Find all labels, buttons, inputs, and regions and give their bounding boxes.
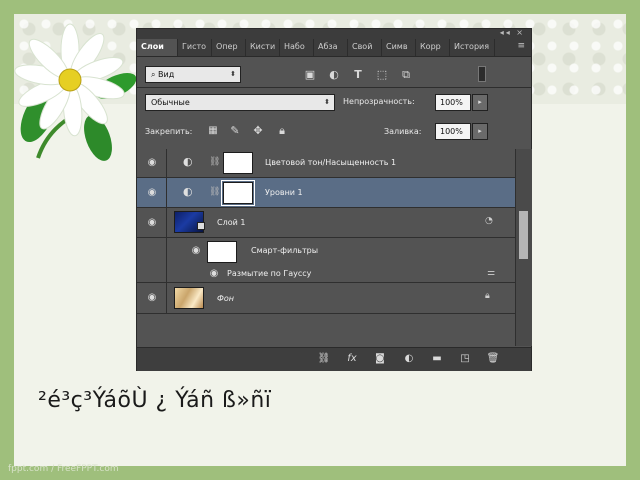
fill-dropdown-arrow-icon[interactable]: ▸: [472, 123, 488, 140]
tab-brush-presets[interactable]: Набо: [280, 39, 314, 56]
slide-caption: ²é³ç³ÝáõÙ ¿ Ýáñ ß»ñï: [38, 388, 272, 413]
fx-icon[interactable]: fx: [345, 353, 359, 364]
type-filter-icon[interactable]: T: [351, 69, 365, 81]
column-divider: [166, 178, 167, 207]
layer-name[interactable]: Цветовой тон/Насыщенность 1: [265, 158, 396, 167]
lock-image-pixels-icon[interactable]: ✎: [228, 125, 242, 137]
eye-visibility-icon[interactable]: ◉: [207, 268, 221, 279]
layer-row-smart-filters[interactable]: ◉ Смарт-фильтры: [137, 238, 515, 266]
chain-link-icon[interactable]: ⛓: [209, 187, 220, 197]
new-layer-icon[interactable]: ◳: [458, 353, 472, 364]
tab-corrections[interactable]: Корр: [416, 39, 450, 56]
eye-visibility-icon[interactable]: ◉: [145, 187, 159, 198]
smart-filter-toggle-icon[interactable]: ◔: [485, 216, 493, 226]
lock-label: Закрепить:: [145, 127, 193, 136]
smart-object-filter-icon[interactable]: ⧉: [399, 69, 413, 81]
tab-layers[interactable]: Слои: [137, 39, 178, 56]
layers-scrollbar[interactable]: [515, 149, 532, 346]
shape-filter-icon[interactable]: ⬚: [375, 69, 389, 81]
adjustment-layer-icon: ◐: [183, 155, 193, 168]
tab-paragraph[interactable]: Абза: [314, 39, 348, 56]
tab-history[interactable]: История: [450, 39, 495, 56]
adjustment-layer-icon[interactable]: ◐: [402, 353, 416, 364]
adjustment-layer-icon: ◐: [183, 185, 193, 198]
filter-options-icon[interactable]: ⚌: [487, 268, 495, 278]
lock-transparent-pixels-icon[interactable]: ▦: [206, 125, 220, 137]
layer-name[interactable]: Фон: [217, 294, 234, 303]
layer-name[interactable]: Уровни 1: [265, 188, 303, 197]
panel-titlebar: ◂◂ ×: [137, 28, 531, 39]
trash-icon[interactable]: 🗑︎: [486, 353, 500, 364]
fill-input[interactable]: 100%: [435, 123, 471, 140]
layers-panel: ◂◂ × Слои Гисто Опер Кисти Набо Абза Сво…: [136, 28, 532, 371]
blend-mode-value: Обычные: [151, 98, 190, 107]
stepper-arrows-icon: ⬍: [230, 70, 236, 78]
column-divider: [166, 266, 167, 282]
tab-character[interactable]: Симв: [382, 39, 416, 56]
filter-toggle-switch[interactable]: [478, 66, 486, 82]
image-filter-icon[interactable]: ▣: [303, 69, 317, 81]
layer-thumbnail[interactable]: [174, 287, 204, 309]
layer-mask-thumbnail[interactable]: [223, 152, 253, 174]
layer-row-gaussian-blur[interactable]: ◉ Размытие по Гауссу ⚌: [137, 266, 515, 283]
fill-label: Заливка:: [384, 127, 422, 136]
filter-mask-thumbnail[interactable]: [207, 241, 237, 263]
layer-name[interactable]: Слой 1: [217, 218, 245, 227]
link-icon[interactable]: ⛓: [317, 353, 331, 364]
column-divider: [166, 208, 167, 237]
opacity-label: Непрозрачность:: [343, 97, 415, 106]
lock-position-icon[interactable]: ✥: [251, 125, 265, 137]
layer-name[interactable]: Размытие по Гауссу: [227, 269, 311, 278]
layer-name[interactable]: Смарт-фильтры: [251, 246, 318, 255]
lock-all-icon[interactable]: 🔒︎: [275, 125, 289, 137]
filter-search-icon: ⌕: [151, 70, 159, 79]
eye-visibility-icon[interactable]: ◉: [145, 157, 159, 168]
eye-visibility-icon[interactable]: ◉: [145, 292, 159, 303]
layer-mask-thumbnail[interactable]: [221, 180, 255, 206]
eye-visibility-icon[interactable]: ◉: [145, 217, 159, 228]
tab-histogram[interactable]: Гисто: [178, 39, 212, 56]
watermark-text: fppt.com / FreeFPPT.com: [8, 464, 119, 474]
layer-row-hue-saturation[interactable]: ◉ ◐ ⛓ Цветовой тон/Насыщенность 1: [137, 149, 515, 178]
tab-operations[interactable]: Опер: [212, 39, 246, 56]
opacity-input[interactable]: 100%: [435, 94, 471, 111]
separator: [137, 87, 531, 88]
scrollbar-thumb[interactable]: [519, 211, 528, 259]
filter-value: Вид: [158, 70, 175, 79]
layer-row-background[interactable]: ◉ Фон 🔒︎: [137, 283, 515, 314]
panel-bottom-toolbar: ⛓ fx ◙ ◐ ▬ ◳ 🗑︎: [137, 347, 531, 371]
column-divider: [166, 238, 167, 266]
column-divider: [166, 149, 167, 177]
column-divider: [166, 283, 167, 313]
layer-row-layer1[interactable]: ◉ Слой 1 ◔: [137, 208, 515, 238]
hamburger-menu-icon[interactable]: ≡: [517, 41, 525, 51]
eye-visibility-icon[interactable]: ◉: [189, 245, 203, 256]
smart-object-badge-icon: [197, 222, 205, 230]
daisy-flower-image: [14, 23, 137, 161]
opacity-dropdown-arrow-icon[interactable]: ▸: [472, 94, 488, 111]
layers-list: ◉ ◐ ⛓ Цветовой тон/Насыщенность 1 ◉ ◐ ⛓ …: [137, 149, 515, 346]
blend-mode-select[interactable]: Обычные ⬍: [145, 94, 335, 111]
layer-row-levels[interactable]: ◉ ◐ ⛓ Уровни 1: [137, 178, 515, 208]
panel-window-controls[interactable]: ◂◂ ×: [500, 28, 525, 37]
panel-tab-strip: Слои Гисто Опер Кисти Набо Абза Свой Сим…: [137, 39, 531, 57]
mask-icon[interactable]: ◙: [373, 353, 387, 364]
stepper-arrows-icon: ⬍: [324, 98, 330, 106]
layer-filter-select[interactable]: ⌕ Вид ⬍: [145, 66, 241, 83]
tab-brushes[interactable]: Кисти: [246, 39, 280, 56]
group-folder-icon[interactable]: ▬: [430, 353, 444, 364]
chain-link-icon[interactable]: ⛓: [209, 157, 220, 167]
lock-icon: 🔒︎: [485, 291, 490, 301]
tab-properties[interactable]: Свой: [348, 39, 382, 56]
adjustment-filter-icon[interactable]: ◐: [327, 69, 341, 81]
